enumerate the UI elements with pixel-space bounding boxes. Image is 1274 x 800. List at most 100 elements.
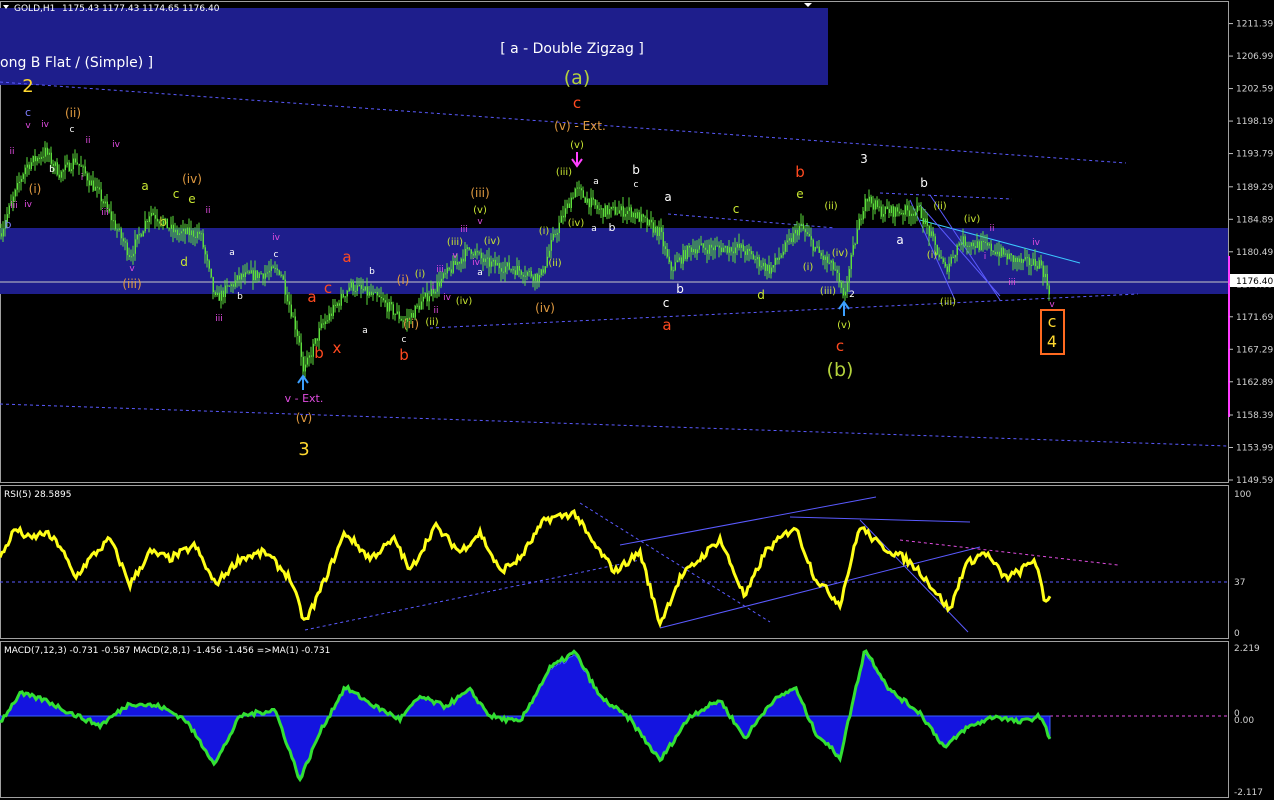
candle-body [568,203,570,208]
wave-label: a [477,268,483,278]
candle-body [180,231,182,234]
candle-body [958,243,960,246]
candle-body [906,205,908,211]
candle-body [460,258,462,264]
candle-body [30,162,32,170]
candle-body [954,255,956,258]
candle-body [188,227,190,236]
candle-body [196,231,198,238]
candle-body [244,272,246,278]
candle-body [756,257,758,260]
candle-body [500,268,502,272]
candle-body [832,260,834,270]
candle-body [916,205,918,213]
candle-body [854,243,856,246]
wave-label: c [70,125,75,135]
wave-label: b [49,165,55,175]
candle-body [418,305,420,310]
candle-body [458,261,460,264]
candle-body [640,214,642,222]
candle-body [754,259,756,261]
wave-label: c [573,94,581,112]
candle-body [974,246,976,248]
candle-body [988,243,990,246]
candle-body [24,167,26,175]
candle-body [732,251,734,254]
candle-body [656,226,658,236]
candle-body [392,304,394,315]
candle-body [710,244,712,248]
candle-body [492,259,494,262]
candle-body [1026,257,1028,259]
candle-body [284,279,286,295]
candle-body [918,205,920,207]
wave-label: b [369,267,375,277]
macd-tick-label: 0.00 [1234,716,1254,726]
candle-body [194,236,196,238]
wave-label: (b) [827,359,854,381]
ohlc-values: 1175.43 1177.43 1174.65 1176.40 [62,4,220,14]
candle-body [384,300,386,303]
candle-body [472,253,474,256]
candle-body [330,313,332,316]
candle-body [138,234,140,236]
candle-body [858,218,860,230]
candle-body [788,238,790,241]
price-tick-label: 1189.29 [1236,183,1273,193]
candle-body [994,251,996,255]
candle-body [210,268,212,278]
label-banner [0,8,828,85]
wave-label: 3 [298,439,309,460]
candle-body [550,240,552,251]
wave-label: (iii) [447,237,463,248]
candle-body [416,305,418,307]
candle-body [660,227,662,233]
price-tick-label: 1198.19 [1236,117,1273,127]
candle-body [386,302,388,312]
price-tick-label: 1211.39 [1236,20,1273,30]
candle-body [970,242,972,247]
candle-body [374,291,376,293]
candle-body [46,147,48,155]
candle-body [1020,258,1022,263]
candle-body [156,218,158,222]
rsi-tick-label: 0 [1234,629,1240,639]
candle-body [522,274,524,277]
wave-label: (iv) [182,172,202,186]
candle-body [136,234,138,240]
wave-label: iii [101,208,109,218]
candle-body [626,210,628,214]
wave-label: (i) [415,269,426,280]
candle-body [252,270,254,281]
candle-body [848,269,850,283]
wave-label: (i) [397,273,410,287]
candle-body [204,247,206,255]
candle-body [868,196,870,202]
candle-body [874,200,876,210]
candle-body [896,207,898,212]
candle-body [482,258,484,262]
candle-body [642,214,644,217]
candle-body [118,228,120,230]
candle-body [692,249,694,253]
candle-body [786,240,788,243]
candle-body [942,258,944,263]
candle-body [266,272,268,274]
candle-body [780,255,782,258]
candle-body [26,164,28,168]
candle-body [14,189,16,197]
candle-body [32,156,34,163]
candle-body [268,270,270,273]
trading-chart[interactable]: ong B Flat / (Simple) ] [ a - Double Zig… [0,0,1274,800]
candle-body [42,156,44,158]
candle-body [738,243,740,248]
wave-label: (v) [570,140,584,151]
candle-body [774,257,776,265]
candle-body [250,270,252,274]
candle-body [462,258,464,262]
candle-body [890,206,892,213]
candle-body [84,166,86,174]
wave-label: v [129,264,135,274]
candle-body [924,218,926,224]
candle-body [50,152,52,164]
